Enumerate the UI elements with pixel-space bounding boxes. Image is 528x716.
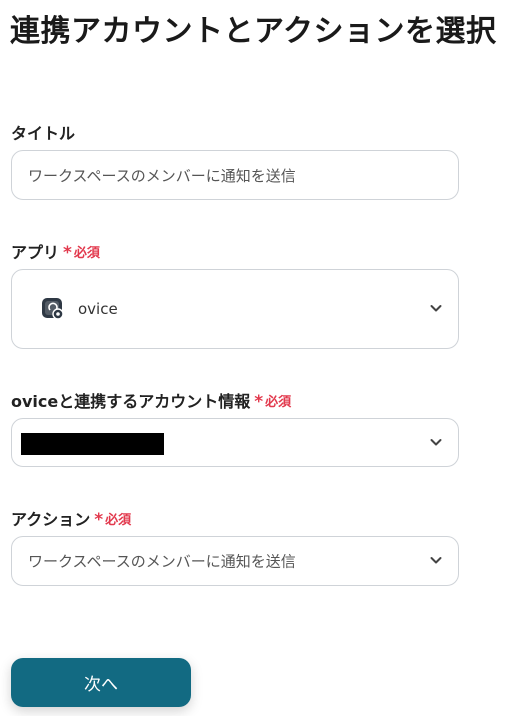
account-field-label: oviceと連携するアカウント情報 * 必須: [11, 388, 291, 412]
required-asterisk: *: [94, 510, 104, 530]
required-asterisk: *: [254, 392, 264, 412]
title-field-label: タイトル: [11, 120, 75, 144]
action-label-text: アクション: [11, 510, 91, 529]
chevron-down-icon: [430, 438, 442, 445]
title-input[interactable]: [28, 151, 428, 199]
action-select-value: ワークスペースのメンバーに通知を送信: [28, 552, 296, 571]
action-field-label: アクション * 必須: [11, 506, 131, 530]
chevron-down-icon: [430, 557, 442, 564]
next-button[interactable]: 次へ: [11, 658, 191, 707]
required-badge: 必須: [73, 245, 100, 261]
ovice-app-icon: [42, 298, 64, 320]
title-label-text: タイトル: [11, 124, 76, 143]
app-select-value: ovice: [78, 300, 118, 318]
app-label-text: アプリ: [11, 243, 60, 262]
required-badge: 必須: [265, 394, 292, 410]
app-field-label: アプリ * 必須: [11, 239, 100, 263]
action-select[interactable]: ワークスペースのメンバーに通知を送信: [11, 536, 459, 586]
app-select[interactable]: ovice: [11, 269, 459, 349]
page-title: 連携アカウントとアクションを選択: [10, 14, 497, 49]
redacted-account-value: [21, 433, 164, 455]
required-asterisk: *: [63, 243, 72, 263]
account-select[interactable]: [11, 418, 459, 467]
account-label-text: oviceと連携するアカウント情報: [11, 392, 251, 411]
chevron-down-icon: [430, 305, 442, 312]
required-badge: 必須: [105, 512, 132, 528]
title-input-box[interactable]: [11, 150, 459, 200]
